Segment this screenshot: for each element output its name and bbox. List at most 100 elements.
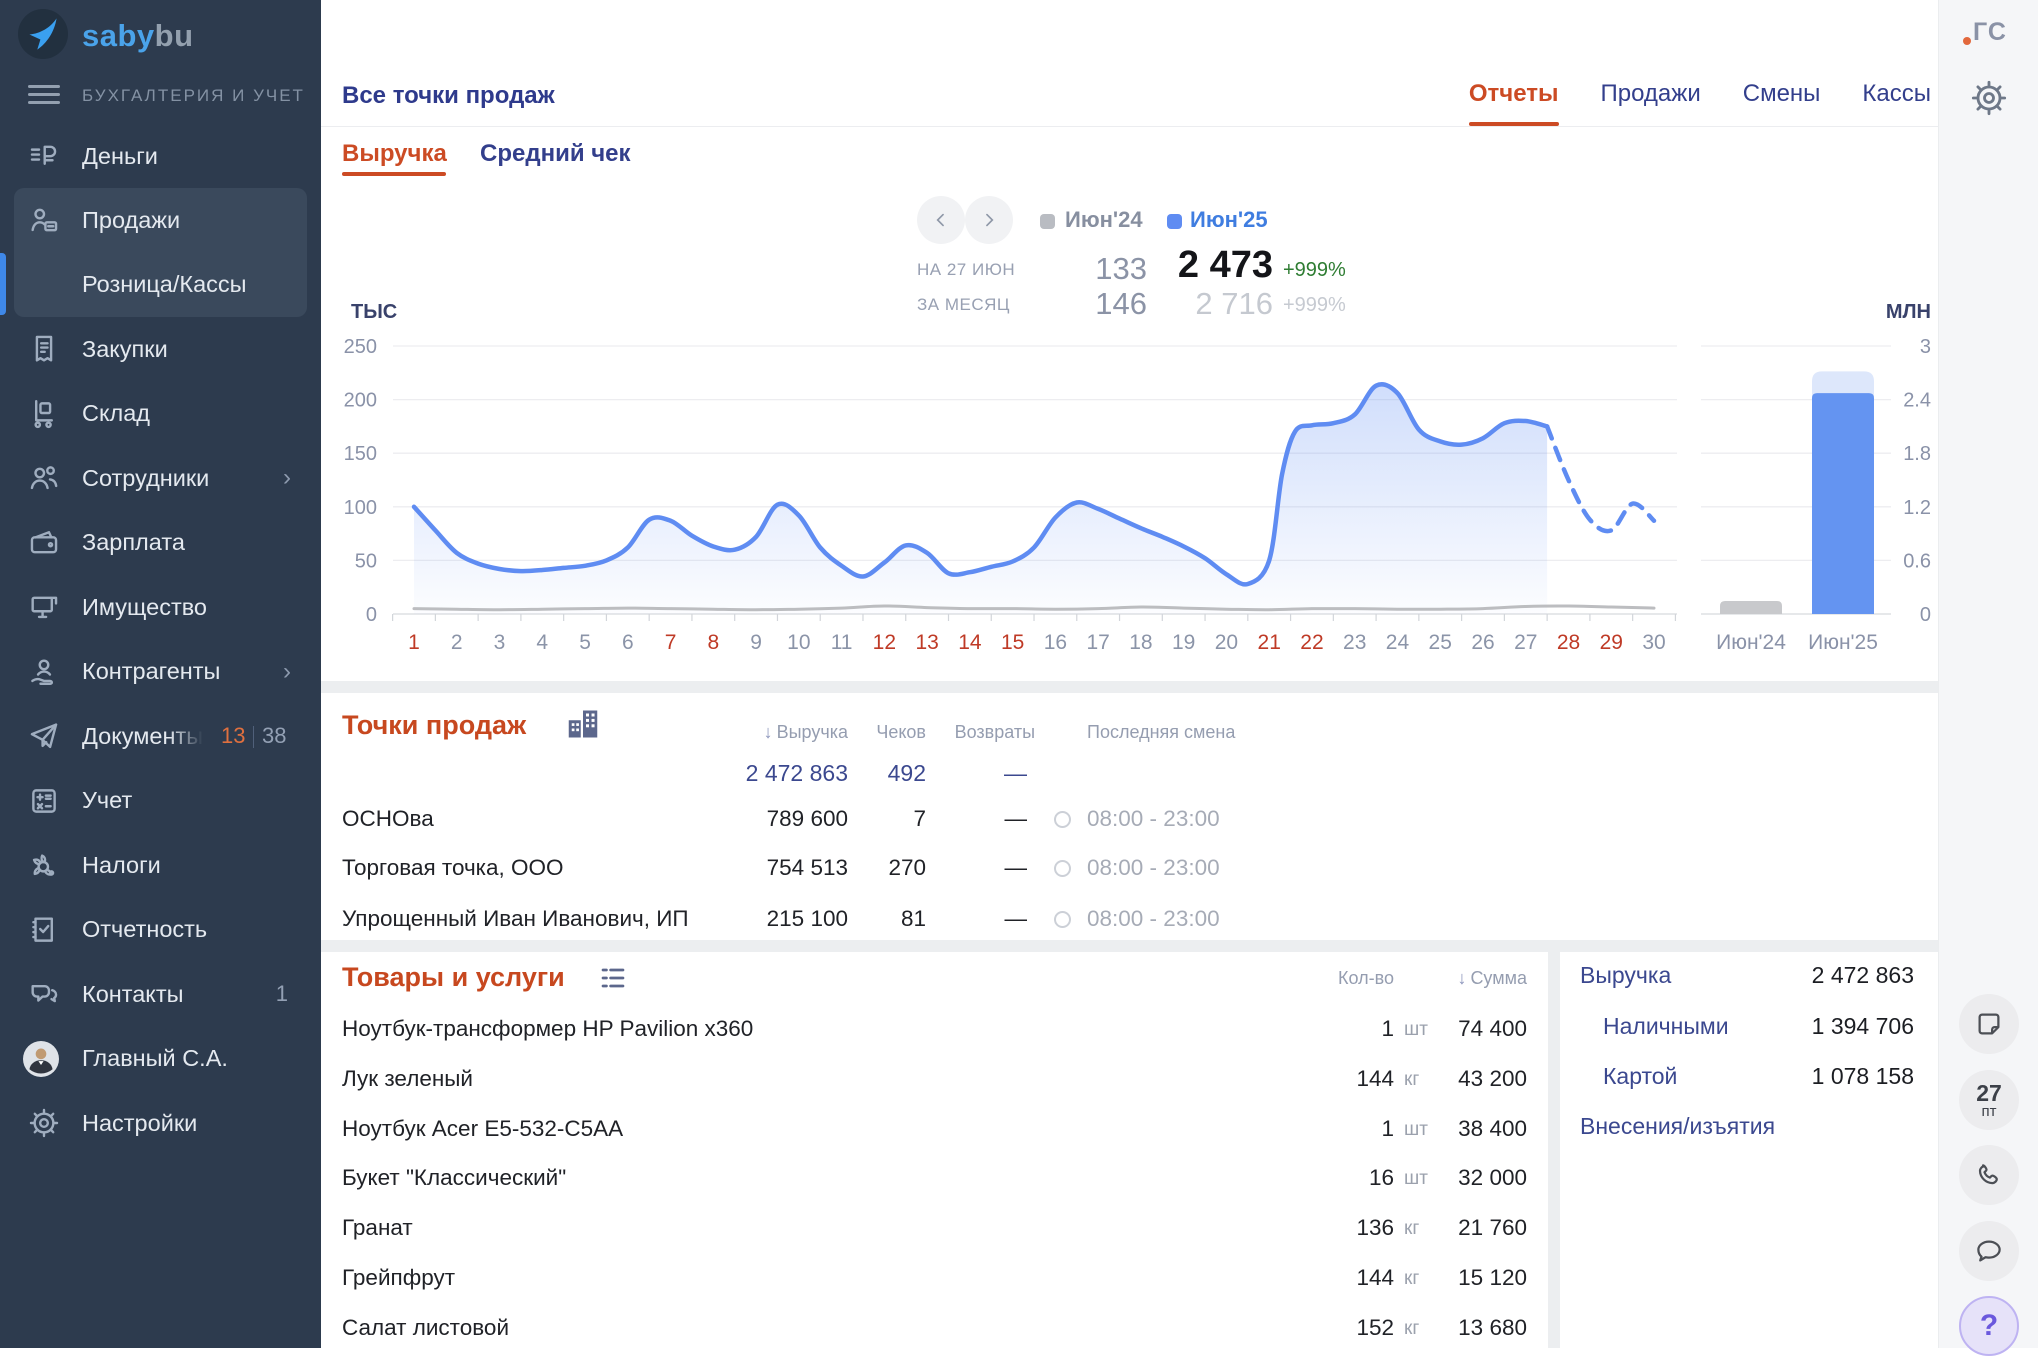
- sales-point-name[interactable]: Упрощенный Иван Иванович, ИП: [342, 906, 689, 932]
- avatar: [23, 1041, 59, 1077]
- sidebar-item-purchases[interactable]: Закупки: [0, 317, 321, 381]
- sales-point-checks: 81: [826, 906, 926, 932]
- product-unit: кг: [1404, 1318, 1419, 1340]
- summary-value: 1 394 706: [1614, 1013, 1914, 1040]
- column-header-checks[interactable]: Чеков: [826, 722, 926, 743]
- svg-text:15: 15: [1001, 631, 1024, 654]
- vertical-gap: [1548, 952, 1560, 1348]
- svg-text:2.4: 2.4: [1903, 390, 1931, 412]
- brand-wordmark[interactable]: sabybu: [82, 18, 194, 54]
- column-header-sum[interactable]: ↓Сумма: [1407, 968, 1527, 989]
- sales-point-revenue: 215 100: [648, 906, 848, 932]
- sidebar-item-taxes[interactable]: Налоги: [0, 833, 321, 897]
- svg-text:27: 27: [1514, 631, 1537, 654]
- sidebar-item-contractors[interactable]: Контрагенты›: [0, 640, 321, 704]
- column-header-revenue[interactable]: ↓Выручка: [648, 722, 848, 743]
- summary-value: 2 472 863: [1614, 962, 1914, 989]
- svg-text:28: 28: [1557, 631, 1580, 654]
- salary-icon: [26, 525, 62, 561]
- product-name[interactable]: Лук зеленый: [342, 1066, 473, 1092]
- money-icon: [26, 138, 62, 174]
- warehouse-icon: [26, 396, 62, 432]
- svg-text:26: 26: [1471, 631, 1494, 654]
- product-qty: 1: [1274, 1016, 1394, 1042]
- sales-point-returns: —: [935, 806, 1027, 832]
- menu-toggle-icon[interactable]: [28, 85, 60, 105]
- sales-point-name[interactable]: ОСНОва: [342, 806, 434, 832]
- badge-orange: 13: [221, 723, 245, 749]
- product-sum: 15 120: [1427, 1265, 1527, 1291]
- product-name[interactable]: Грейпфрут: [342, 1265, 455, 1291]
- sales-point-checks: 270: [826, 855, 926, 881]
- sidebar-item-contacts[interactable]: Контакты1: [0, 962, 321, 1026]
- saby-logo[interactable]: [18, 9, 68, 59]
- settings-icon: [26, 1105, 62, 1141]
- phone-button[interactable]: [1959, 1145, 2019, 1205]
- sales-point-returns: —: [935, 906, 1027, 932]
- column-header-returns[interactable]: Возвраты: [935, 722, 1035, 743]
- sidebar-item-label: Розница/Кассы: [82, 271, 247, 298]
- sidebar-item-documents[interactable]: Документы1338: [0, 704, 321, 768]
- svg-text:1.2: 1.2: [1903, 497, 1931, 519]
- shift-status-icon: [1054, 860, 1071, 877]
- sidebar-item-label: Контрагенты: [82, 658, 220, 685]
- product-name[interactable]: Салат листовой: [342, 1315, 509, 1341]
- accounting-icon: [26, 783, 62, 819]
- gear-icon[interactable]: [1969, 78, 2009, 118]
- svg-text:4: 4: [536, 631, 548, 654]
- svg-text:22: 22: [1300, 631, 1323, 654]
- sidebar-item-salary[interactable]: Зарплата: [0, 511, 321, 575]
- product-qty: 152: [1274, 1315, 1394, 1341]
- calendar-button[interactable]: 27 пт: [1959, 1070, 2019, 1130]
- sidebar-item-settings[interactable]: Настройки: [0, 1091, 321, 1155]
- list-icon[interactable]: [597, 962, 629, 999]
- sidebar-item-retail-kassy[interactable]: Розница/Кассы: [0, 253, 321, 317]
- help-button[interactable]: ?: [1959, 1296, 2019, 1356]
- sidebar-item-sales[interactable]: Продажи: [0, 188, 321, 252]
- product-unit: кг: [1404, 1268, 1419, 1290]
- svg-text:23: 23: [1343, 631, 1366, 654]
- chat-button[interactable]: [1959, 1221, 2019, 1281]
- brand-part-saby: saby: [82, 18, 155, 53]
- sidebar-item-reporting[interactable]: Отчетность: [0, 898, 321, 962]
- product-sum: 74 400: [1427, 1016, 1527, 1042]
- summary-label[interactable]: Внесения/изъятия: [1580, 1113, 1775, 1140]
- product-qty: 1: [1274, 1116, 1394, 1142]
- products-title[interactable]: Товары и услуги: [342, 962, 565, 993]
- svg-text:9: 9: [750, 631, 762, 654]
- product-unit: кг: [1404, 1218, 1419, 1240]
- svg-text:Июн'25: Июн'25: [1808, 631, 1878, 654]
- product-unit: шт: [1404, 1019, 1428, 1041]
- stat-delta: +999%: [1283, 259, 1346, 282]
- svg-text:5: 5: [579, 631, 591, 654]
- building-icon[interactable]: [565, 706, 601, 747]
- svg-text:2: 2: [451, 631, 463, 654]
- notes-button[interactable]: [1959, 994, 2019, 1054]
- phone-icon: [1974, 1160, 2004, 1190]
- sidebar-item-accounting[interactable]: Учет: [0, 769, 321, 833]
- product-name[interactable]: Ноутбук-трансформер HP Pavilion x360: [342, 1016, 753, 1042]
- sidebar-item-employees[interactable]: Сотрудники›: [0, 446, 321, 510]
- legend-label[interactable]: Июн'24: [1065, 207, 1143, 233]
- gos-services-icon[interactable]: ГС: [1973, 18, 2007, 47]
- legend-label[interactable]: Июн'25: [1190, 207, 1268, 233]
- product-name[interactable]: Гранат: [342, 1215, 413, 1241]
- sidebar-item-money[interactable]: Деньги: [0, 124, 321, 188]
- sidebar-item-label: Деньги: [82, 143, 158, 170]
- column-header-qty[interactable]: Кол-во: [1274, 968, 1394, 989]
- column-header-last-shift[interactable]: Последняя смена: [1087, 722, 1235, 743]
- summary-value: 1 078 158: [1614, 1063, 1914, 1090]
- svg-text:8: 8: [707, 631, 719, 654]
- sidebar-item-user[interactable]: Главный С.А.: [0, 1027, 321, 1091]
- svg-text:0.6: 0.6: [1903, 550, 1931, 572]
- sidebar-item-warehouse[interactable]: Склад: [0, 382, 321, 446]
- product-name[interactable]: Ноутбук Acer E5-532-C5AA: [342, 1116, 623, 1142]
- sort-desc-icon: ↓: [1457, 968, 1466, 988]
- sales-points-title[interactable]: Точки продаж: [342, 710, 526, 741]
- svg-text:30: 30: [1642, 631, 1665, 654]
- product-name[interactable]: Букет "Классический": [342, 1165, 566, 1191]
- sales-point-name[interactable]: Торговая точка, ООО: [342, 855, 564, 881]
- total-revenue: 2 472 863: [648, 760, 848, 787]
- total-checks: 492: [826, 760, 926, 787]
- sidebar-item-property[interactable]: Имущество: [0, 575, 321, 639]
